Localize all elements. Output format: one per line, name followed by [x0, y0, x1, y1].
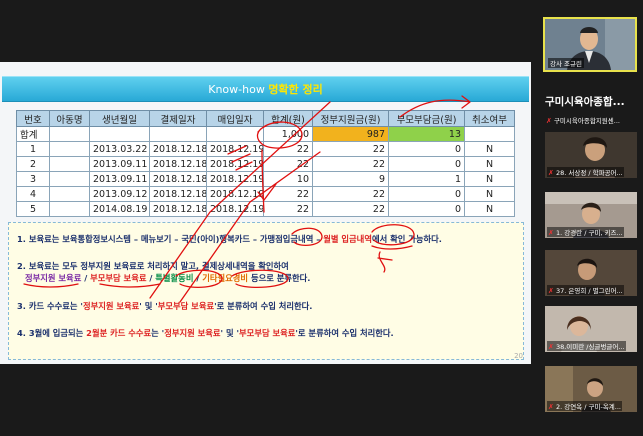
table-row: 5 2014.08.19 2018.12.18 2018.12.19 22 22…: [16, 201, 515, 217]
mic-muted-icon: ✗: [548, 229, 554, 237]
col-header: 합계(원): [263, 110, 313, 127]
table-row: 2 2013.09.11 2018.12.18 2018.12.19 22 22…: [16, 156, 515, 172]
col-header: 아동명: [49, 110, 90, 127]
table-row: 1 2013.03.22 2018.12.18 2018.12.19 22 22…: [16, 141, 515, 157]
page-number: 20: [514, 352, 523, 360]
participant-tile[interactable]: ✗ 37. 은영희 / 별그린어...: [545, 250, 637, 296]
participant-tile[interactable]: ✗ 2. 강연옥 / 구미-옥계...: [545, 366, 637, 412]
col-header: 취소여부: [464, 110, 515, 127]
note-2: 2. 보육료는 모두 정부지원 보육료로 처리하지 말고, 결제상세내역을 확인…: [17, 261, 289, 271]
total-sum: 1,000: [263, 126, 313, 142]
total-label: 합계: [16, 126, 50, 142]
col-header: 번호: [16, 110, 50, 127]
mic-muted-icon: ✗: [548, 343, 554, 351]
table-total-row: 합계 1,000 987 13: [16, 126, 515, 142]
note-2-categories: 정부지원 보육료 / 부모부담 보육료 / 특별활동비 / 기타필요경비 등으로…: [25, 273, 311, 283]
slide-title: Know-how 명확한 정리: [2, 81, 529, 97]
col-header: 결제일자: [149, 110, 207, 127]
title-prefix: Know-how: [208, 83, 269, 96]
table-header-row: 번호 아동명 생년월일 결제일자 매입일자 합계(원) 정부지원금(원) 부모부…: [16, 110, 515, 127]
mic-muted-icon: ✗: [548, 169, 554, 177]
total-parent: 13: [388, 126, 465, 142]
col-header: 정부지원금(원): [312, 110, 389, 127]
participant-tile[interactable]: ✗ 38.이미란 /싱글벙글어...: [545, 306, 637, 352]
title-highlight: 명확한 정리: [268, 83, 323, 96]
note-3: 3. 카드 수수료는 '정부지원 보육료' 및 '부모부담 보육료'로 분류하여…: [17, 301, 313, 311]
presenter-video[interactable]: 강사 조규린: [543, 17, 637, 72]
notes-box: 1. 보육료는 보육통합정보시스템 – 메뉴보기 – 국민(아이)행복카드 – …: [8, 222, 524, 360]
table-row: 4 2013.09.12 2018.12.18 2018.12.19 22 22…: [16, 186, 515, 202]
presenter-label: 강사 조규린: [548, 58, 584, 68]
shared-slide: Know-how 명확한 정리 번호 아동명 생년월일 결제일자 매입일자 합계…: [0, 62, 531, 364]
participant-tile[interactable]: ✗ 1. 강경란 / 구미, 키즈...: [545, 192, 637, 238]
table-row: 3 2013.09.11 2018.12.18 2018.12.19 10 9 …: [16, 171, 515, 187]
total-gov: 987: [312, 126, 389, 142]
slide-header-bar: Know-how 명확한 정리: [2, 76, 529, 102]
col-header: 생년월일: [89, 110, 150, 127]
mic-muted-icon: ✗: [548, 287, 554, 295]
note-4: 4. 3월에 입금되는 2월분 카드 수수료는 '정부지원 보육료' 및 '부모…: [17, 328, 394, 338]
payment-table: 번호 아동명 생년월일 결제일자 매입일자 합계(원) 정부지원금(원) 부모부…: [16, 110, 515, 217]
participant-label-self: ✗ 구미시육아종합지원센...: [546, 117, 620, 125]
note-1: 1. 보육료는 보육통합정보시스템 – 메뉴보기 – 국민(아이)행복카드 – …: [17, 234, 442, 244]
meeting-room-title: 구미시육아종합...: [545, 96, 625, 108]
col-header: 부모부담금(원): [388, 110, 465, 127]
participant-tile[interactable]: ✗ 28. 서상정 / 학파공어...: [545, 132, 637, 178]
mic-muted-icon: ✗: [546, 117, 552, 125]
col-header: 매입일자: [206, 110, 264, 127]
mic-muted-icon: ✗: [548, 403, 554, 411]
